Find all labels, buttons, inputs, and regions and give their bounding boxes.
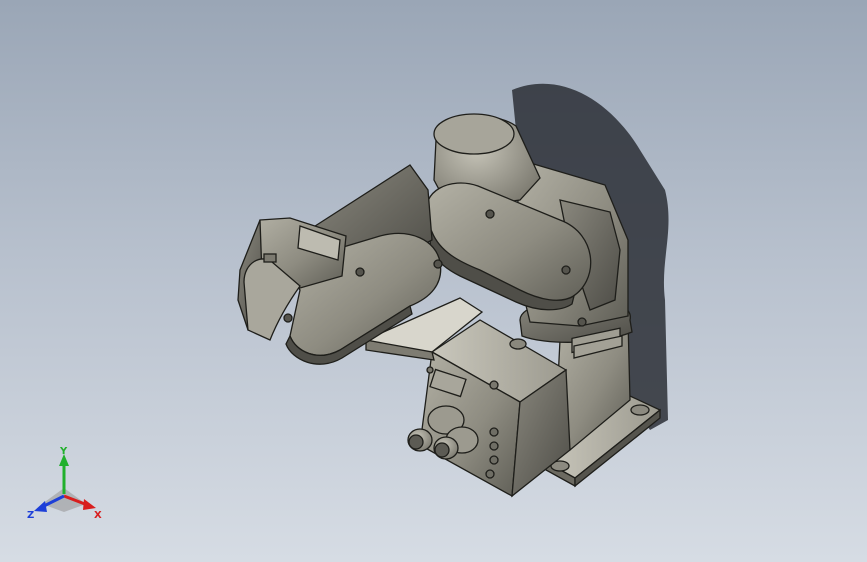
x-axis-label: X [94, 510, 102, 521]
z-axis-label: Z [27, 510, 34, 521]
y-axis-label: Y [59, 446, 68, 457]
x-axis-arrowhead [83, 499, 96, 510]
graphics-viewport[interactable]: Y X Z [0, 0, 867, 562]
z-axis-arrowhead [34, 501, 47, 512]
robot-arm-model[interactable] [0, 0, 867, 562]
orientation-triad[interactable]: Y X Z [24, 446, 108, 526]
